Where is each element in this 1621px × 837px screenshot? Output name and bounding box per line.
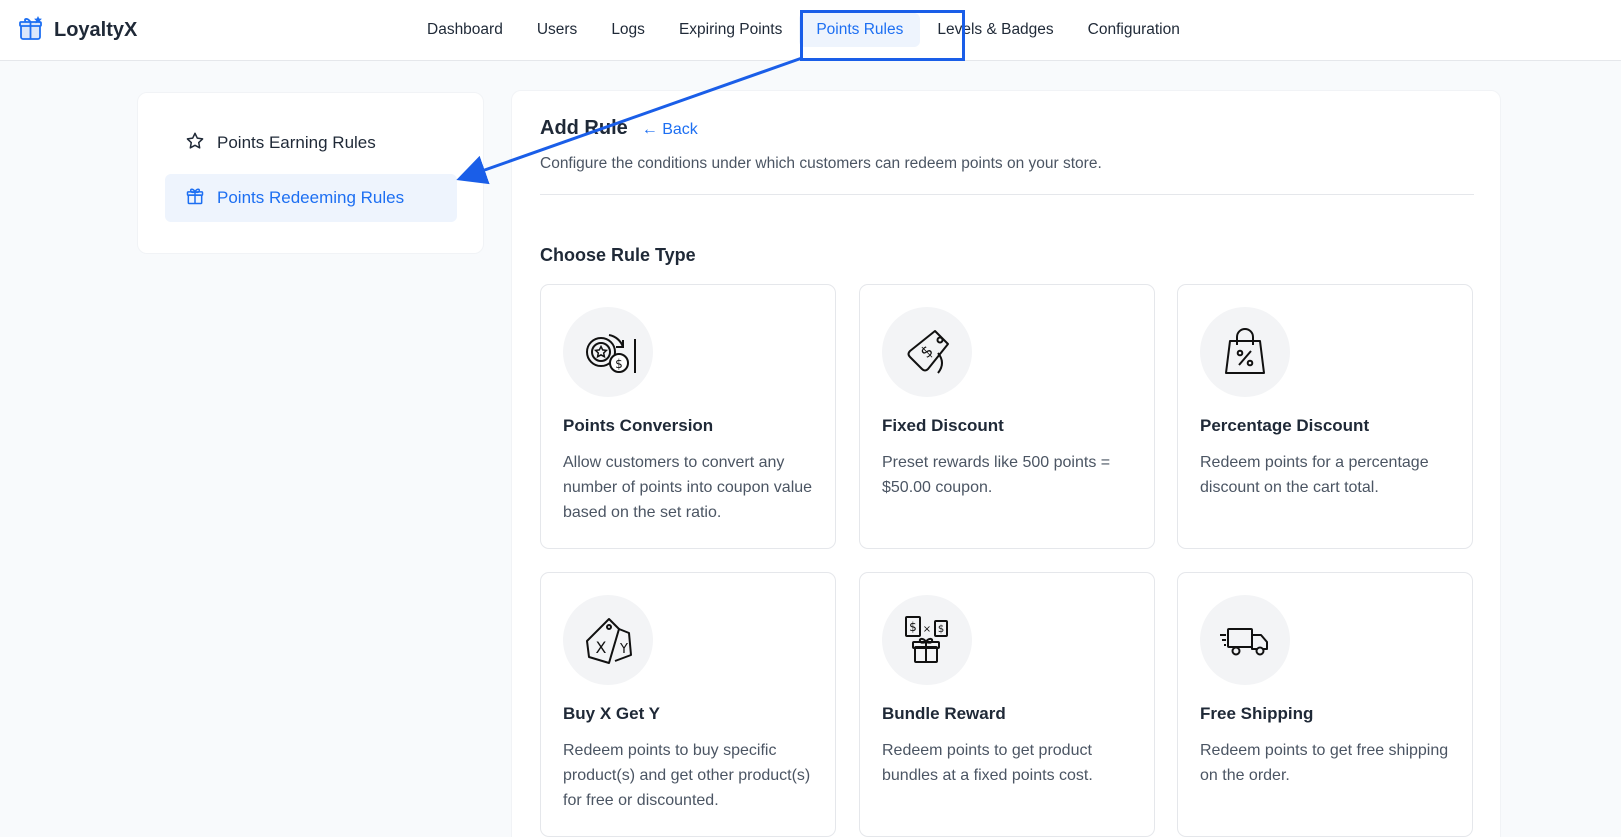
svg-text:$: $ [909, 620, 917, 634]
svg-text:$: $ [916, 341, 937, 362]
back-link[interactable]: ← Back [642, 121, 698, 139]
sidebar-item-label: Points Redeeming Rules [217, 188, 405, 207]
card-title: Bundle Reward [882, 704, 1006, 723]
xy-tags-icon: X Y [563, 595, 653, 685]
card-description: Allow customers to convert any number of… [563, 454, 813, 521]
gift-star-icon [18, 15, 44, 46]
page-subtitle: Configure the conditions under which cus… [540, 155, 1102, 172]
card-title: Free Shipping [1200, 704, 1314, 723]
svg-text:$: $ [615, 357, 623, 371]
sidebar-item-points-redeeming-rules[interactable]: Points Redeeming Rules [165, 174, 457, 222]
price-tag-icon: $ [882, 307, 972, 397]
main-panel: Add Rule ← Back Configure the conditions… [511, 90, 1501, 837]
nav-logs[interactable]: Logs [594, 13, 662, 47]
svg-text:Y: Y [619, 642, 628, 657]
card-description: Redeem points to get product bundles at … [882, 742, 1093, 784]
delivery-truck-icon [1200, 595, 1290, 685]
card-title: Fixed Discount [882, 416, 1004, 435]
svg-text:X: X [596, 638, 607, 657]
shopping-bag-percent-icon [1200, 307, 1290, 397]
sidebar: Points Earning Rules Points Redeeming Ru… [137, 92, 484, 254]
section-title: Choose Rule Type [540, 245, 696, 265]
rule-card-buy-x-get-y[interactable]: X Y Buy X Get Y Redeem points to buy spe… [540, 572, 836, 837]
app-name: LoyaltyX [54, 18, 138, 41]
rule-card-percentage-discount[interactable]: Percentage Discount Redeem points for a … [1177, 284, 1473, 549]
bundle-gift-icon: $ × $ [882, 595, 972, 685]
main-nav: Dashboard Users Logs Expiring Points Poi… [410, 10, 1197, 50]
top-navbar: LoyaltyX Dashboard Users Logs Expiring P… [0, 0, 1621, 61]
svg-text:$: $ [938, 624, 944, 635]
svg-text:×: × [923, 624, 931, 635]
card-description: Preset rewards like 500 points = $50.00 … [882, 454, 1111, 496]
nav-points-rules[interactable]: Points Rules [799, 13, 921, 47]
nav-users[interactable]: Users [520, 13, 594, 47]
points-conversion-icon: $ [563, 307, 653, 397]
nav-dashboard[interactable]: Dashboard [410, 13, 520, 47]
title-row: Add Rule ← Back [540, 117, 698, 140]
card-description: Redeem points for a percentage discount … [1200, 454, 1429, 496]
gift-icon [185, 186, 205, 211]
brand[interactable]: LoyaltyX [18, 14, 137, 46]
card-title: Buy X Get Y [563, 704, 660, 723]
card-title: Percentage Discount [1200, 416, 1370, 435]
rule-card-free-shipping[interactable]: Free Shipping Redeem points to get free … [1177, 572, 1473, 837]
nav-expiring-points[interactable]: Expiring Points [662, 13, 799, 47]
card-description: Redeem points to get free shipping on th… [1200, 742, 1449, 784]
page-title: Add Rule [540, 117, 628, 139]
nav-configuration[interactable]: Configuration [1071, 13, 1197, 47]
sidebar-item-points-earning-rules[interactable]: Points Earning Rules [165, 119, 457, 167]
rule-card-bundle-reward[interactable]: $ × $ Bundle Reward Redeem points to get… [859, 572, 1155, 837]
rule-card-fixed-discount[interactable]: $ Fixed Discount Preset rewards like 500… [859, 284, 1155, 549]
card-description: Redeem points to buy specific product(s)… [563, 742, 811, 809]
nav-levels-badges[interactable]: Levels & Badges [920, 13, 1070, 47]
star-icon [185, 131, 205, 156]
card-title: Points Conversion [563, 416, 714, 435]
sidebar-item-label: Points Earning Rules [217, 133, 376, 152]
rule-card-points-conversion[interactable]: $ Points Conversion Allow customers to c… [540, 284, 836, 549]
divider [540, 194, 1474, 195]
